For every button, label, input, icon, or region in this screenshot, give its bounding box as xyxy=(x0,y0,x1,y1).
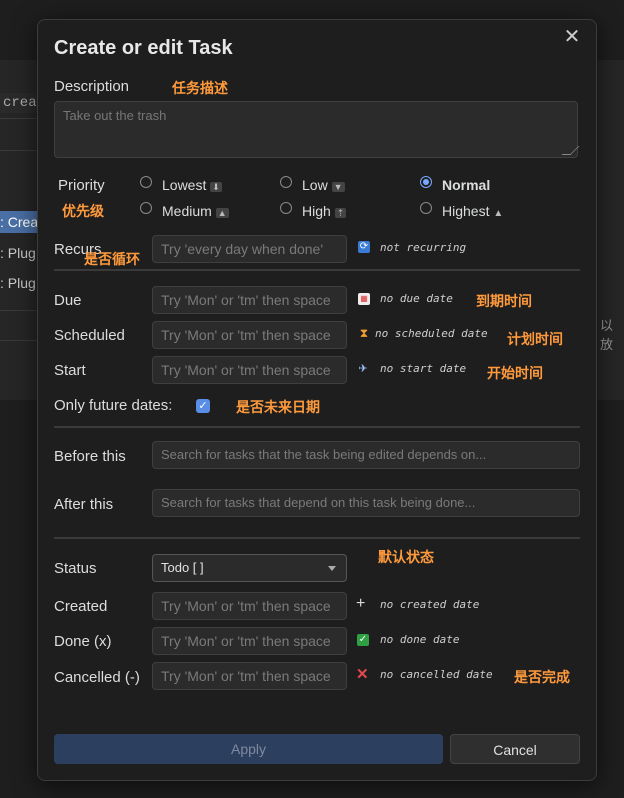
calendar-icon: ▦ xyxy=(358,293,370,305)
background-divider xyxy=(0,340,40,341)
scheduled-label: Scheduled xyxy=(54,327,125,344)
cancelled-status: no cancelled date xyxy=(380,668,493,681)
done-input[interactable]: Try 'Mon' or 'tm' then space xyxy=(152,627,347,655)
background-divider xyxy=(0,150,40,151)
before-this-label: Before this xyxy=(54,448,126,465)
background-list-item[interactable]: : Plug xyxy=(0,272,40,294)
after-this-label: After this xyxy=(54,496,114,513)
status-select[interactable]: Todo [ ] xyxy=(152,554,347,582)
due-input[interactable]: Try 'Mon' or 'tm' then space xyxy=(152,286,347,314)
priority-medium-label[interactable]: Medium ▲ xyxy=(162,203,229,219)
recurs-annotation: 是否循环 xyxy=(84,251,140,267)
done-status: no done date xyxy=(380,633,460,646)
priority-lowest-radio[interactable] xyxy=(140,176,152,188)
priority-lowest-label[interactable]: Lowest ⬇ xyxy=(162,177,222,193)
start-annotation: 开始时间 xyxy=(487,365,543,381)
recurs-input[interactable]: Try 'every day when done' xyxy=(152,235,347,263)
scheduled-annotation: 计划时间 xyxy=(507,331,563,347)
chevron-down-icon xyxy=(328,566,336,571)
future-dates-label: Only future dates: xyxy=(54,397,173,414)
plus-icon: + xyxy=(356,595,366,612)
double-up-arrow-icon: ⇡ xyxy=(334,208,347,218)
close-icon[interactable]: ✕ xyxy=(563,27,581,47)
down-arrow-icon: ▼ xyxy=(331,182,345,192)
hourglass-icon: ⧗ xyxy=(359,326,369,340)
resize-handle-icon[interactable] xyxy=(561,146,580,155)
background-list-item[interactable]: : Crea xyxy=(0,211,40,233)
due-label: Due xyxy=(54,292,82,309)
start-input[interactable]: Try 'Mon' or 'tm' then space xyxy=(152,356,347,384)
repeat-icon: ⟳ xyxy=(358,241,370,253)
start-status: no start date xyxy=(380,362,467,375)
cancelled-annotation: 是否完成 xyxy=(514,669,570,685)
due-annotation: 到期时间 xyxy=(476,293,532,309)
background-right-text: 以放 xyxy=(600,318,614,352)
scheduled-status: no scheduled date xyxy=(375,327,488,340)
priority-high-label[interactable]: High ⇡ xyxy=(302,203,347,219)
description-placeholder: Take out the trash xyxy=(63,108,167,123)
cross-icon: ✕ xyxy=(356,666,369,683)
apply-button[interactable]: Apply xyxy=(54,734,443,764)
background-divider xyxy=(0,310,40,311)
description-input[interactable]: Take out the trash xyxy=(54,101,580,158)
future-dates-annotation: 是否未来日期 xyxy=(236,399,320,415)
check-icon: ✓ xyxy=(357,634,369,646)
priority-normal-label[interactable]: Normal xyxy=(442,177,490,193)
created-input[interactable]: Try 'Mon' or 'tm' then space xyxy=(152,592,347,620)
before-this-input[interactable]: Search for tasks that the task being edi… xyxy=(152,441,580,469)
created-label: Created xyxy=(54,598,108,615)
cancelled-label: Cancelled (-) xyxy=(54,669,140,686)
status-label: Status xyxy=(54,560,97,577)
section-divider xyxy=(54,269,580,271)
triangle-up-icon: ▲ xyxy=(493,208,504,219)
priority-normal-radio[interactable] xyxy=(420,176,432,188)
priority-label: Priority xyxy=(58,177,105,194)
priority-highest-label[interactable]: Highest ▲ xyxy=(442,203,503,219)
done-label: Done (x) xyxy=(54,633,112,650)
description-annotation: 任务描述 xyxy=(172,80,228,96)
cancelled-input[interactable]: Try 'Mon' or 'tm' then space xyxy=(152,662,347,690)
airplane-departure-icon: ✈ xyxy=(358,363,368,375)
future-dates-checkbox[interactable]: ✓ xyxy=(196,399,210,413)
after-this-input[interactable]: Search for tasks that depend on this tas… xyxy=(152,489,580,517)
description-label: Description xyxy=(54,78,130,95)
task-dialog: Create or edit Task ✕ Description 任务描述 T… xyxy=(37,19,597,781)
scheduled-input[interactable]: Try 'Mon' or 'tm' then space xyxy=(152,321,347,349)
priority-medium-radio[interactable] xyxy=(140,202,152,214)
priority-high-radio[interactable] xyxy=(280,202,292,214)
section-divider xyxy=(54,426,580,428)
cancel-button[interactable]: Cancel xyxy=(450,734,580,764)
dialog-title: Create or edit Task xyxy=(54,37,233,59)
priority-low-label[interactable]: Low ▼ xyxy=(302,177,345,193)
section-divider xyxy=(54,537,580,539)
priority-highest-radio[interactable] xyxy=(420,202,432,214)
background-list-item[interactable]: : Plug xyxy=(0,242,40,264)
priority-annotation: 优先级 xyxy=(62,203,104,219)
recurs-status: not recurring xyxy=(380,241,467,254)
start-label: Start xyxy=(54,362,86,379)
created-status: no created date xyxy=(380,598,480,611)
up-arrow-icon: ▲ xyxy=(215,208,229,218)
priority-low-radio[interactable] xyxy=(280,176,292,188)
status-annotation: 默认状态 xyxy=(378,549,434,565)
double-down-arrow-icon: ⬇ xyxy=(210,182,222,192)
background-divider xyxy=(0,118,40,119)
due-status: no due date xyxy=(380,292,453,305)
